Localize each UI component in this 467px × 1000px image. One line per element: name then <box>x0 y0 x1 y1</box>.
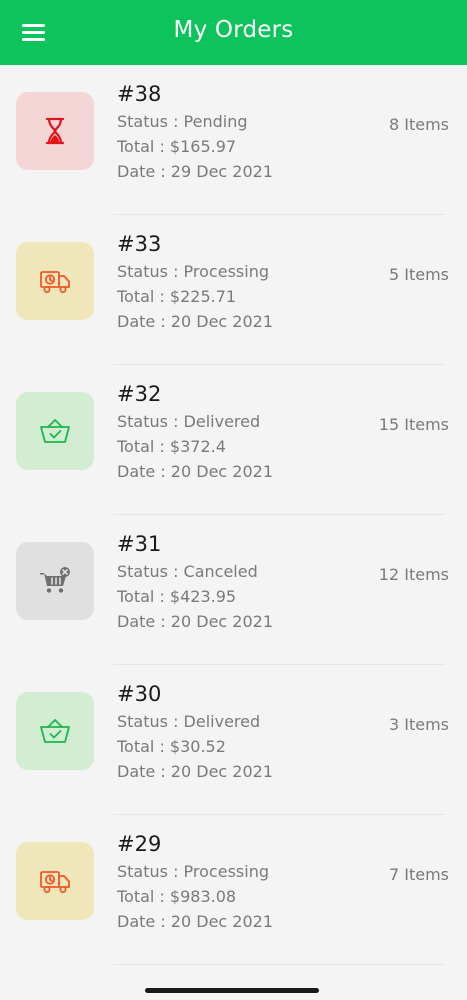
order-number: #31 <box>117 532 162 556</box>
cart-cancel-icon <box>40 567 70 593</box>
order-item-count: 15 Items <box>378 415 449 434</box>
order-status-icon-box <box>16 692 94 770</box>
delivery-truck-icon <box>40 871 70 893</box>
order-status: Status : Pending <box>117 112 248 131</box>
order-total: Total : $423.95 <box>117 587 237 606</box>
order-date: Date : 20 Dec 2021 <box>117 612 274 631</box>
delivery-truck-icon <box>40 271 70 293</box>
order-total: Total : $372.4 <box>117 437 226 456</box>
order-item-count: 12 Items <box>378 565 449 584</box>
order-item-count: 8 Items <box>388 115 449 134</box>
order-total: Total : $165.97 <box>117 137 237 156</box>
order-number: #29 <box>117 832 162 856</box>
order-item-count: 7 Items <box>388 865 449 884</box>
order-status-icon-box <box>16 842 94 920</box>
order-date: Date : 20 Dec 2021 <box>117 462 274 481</box>
basket-check-icon <box>40 419 70 443</box>
order-item-count: 3 Items <box>388 715 449 734</box>
order-list-item[interactable]: #38 Status : Pending Total : $165.97 Dat… <box>0 65 467 215</box>
order-status: Status : Processing <box>117 862 269 881</box>
order-number: #38 <box>117 82 162 106</box>
order-list-item[interactable]: #32 Status : Delivered Total : $372.4 Da… <box>0 365 467 515</box>
order-status: Status : Processing <box>117 262 269 281</box>
order-list: #38 Status : Pending Total : $165.97 Dat… <box>0 65 467 965</box>
order-date: Date : 20 Dec 2021 <box>117 912 274 931</box>
order-status-icon-box <box>16 392 94 470</box>
app-bar: My Orders <box>0 0 467 65</box>
divider <box>113 964 445 965</box>
order-number: #33 <box>117 232 162 256</box>
order-list-item[interactable]: #33 Status : Processing Total : $225.71 … <box>0 215 467 365</box>
page-title: My Orders <box>173 17 294 43</box>
order-list-item[interactable]: #30 Status : Delivered Total : $30.52 Da… <box>0 665 467 815</box>
home-indicator[interactable] <box>145 988 319 993</box>
order-status-icon-box <box>16 92 94 170</box>
order-item-count: 5 Items <box>388 265 449 284</box>
order-number: #30 <box>117 682 162 706</box>
order-list-item[interactable]: #31 Status : Canceled Total : $423.95 Da… <box>0 515 467 665</box>
order-date: Date : 29 Dec 2021 <box>117 162 274 181</box>
basket-check-icon <box>40 719 70 743</box>
order-status: Status : Canceled <box>117 562 258 581</box>
order-status-icon-box <box>16 542 94 620</box>
order-status: Status : Delivered <box>117 712 261 731</box>
order-total: Total : $225.71 <box>117 287 237 306</box>
order-total: Total : $983.08 <box>117 887 237 906</box>
order-list-item[interactable]: #29 Status : Processing Total : $983.08 … <box>0 815 467 965</box>
order-number: #32 <box>117 382 162 406</box>
hourglass-icon <box>45 117 65 145</box>
order-total: Total : $30.52 <box>117 737 226 756</box>
order-date: Date : 20 Dec 2021 <box>117 762 274 781</box>
order-status-icon-box <box>16 242 94 320</box>
order-date: Date : 20 Dec 2021 <box>117 312 274 331</box>
order-status: Status : Delivered <box>117 412 261 431</box>
